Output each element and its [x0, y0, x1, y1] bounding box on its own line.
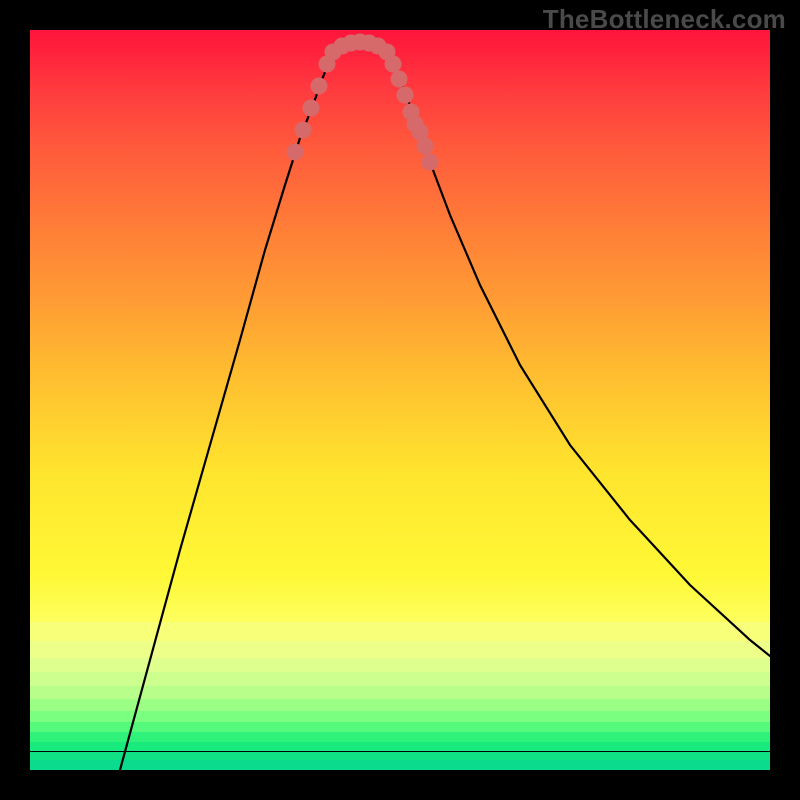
- highlight-dot: [391, 71, 408, 88]
- highlight-dot: [303, 100, 320, 117]
- plot-area: [30, 30, 770, 770]
- highlight-dots: [287, 34, 439, 171]
- watermark-text: TheBottleneck.com: [543, 4, 786, 35]
- highlight-dot: [422, 154, 439, 171]
- highlight-dot: [295, 122, 312, 139]
- highlight-dot: [385, 56, 402, 73]
- highlight-dot: [417, 138, 434, 155]
- highlight-dot: [287, 144, 304, 161]
- highlight-dot: [397, 87, 414, 104]
- chart-frame: TheBottleneck.com: [0, 0, 800, 800]
- bottleneck-curve: [120, 42, 770, 770]
- highlight-dot: [311, 78, 328, 95]
- curve-layer: [30, 30, 770, 770]
